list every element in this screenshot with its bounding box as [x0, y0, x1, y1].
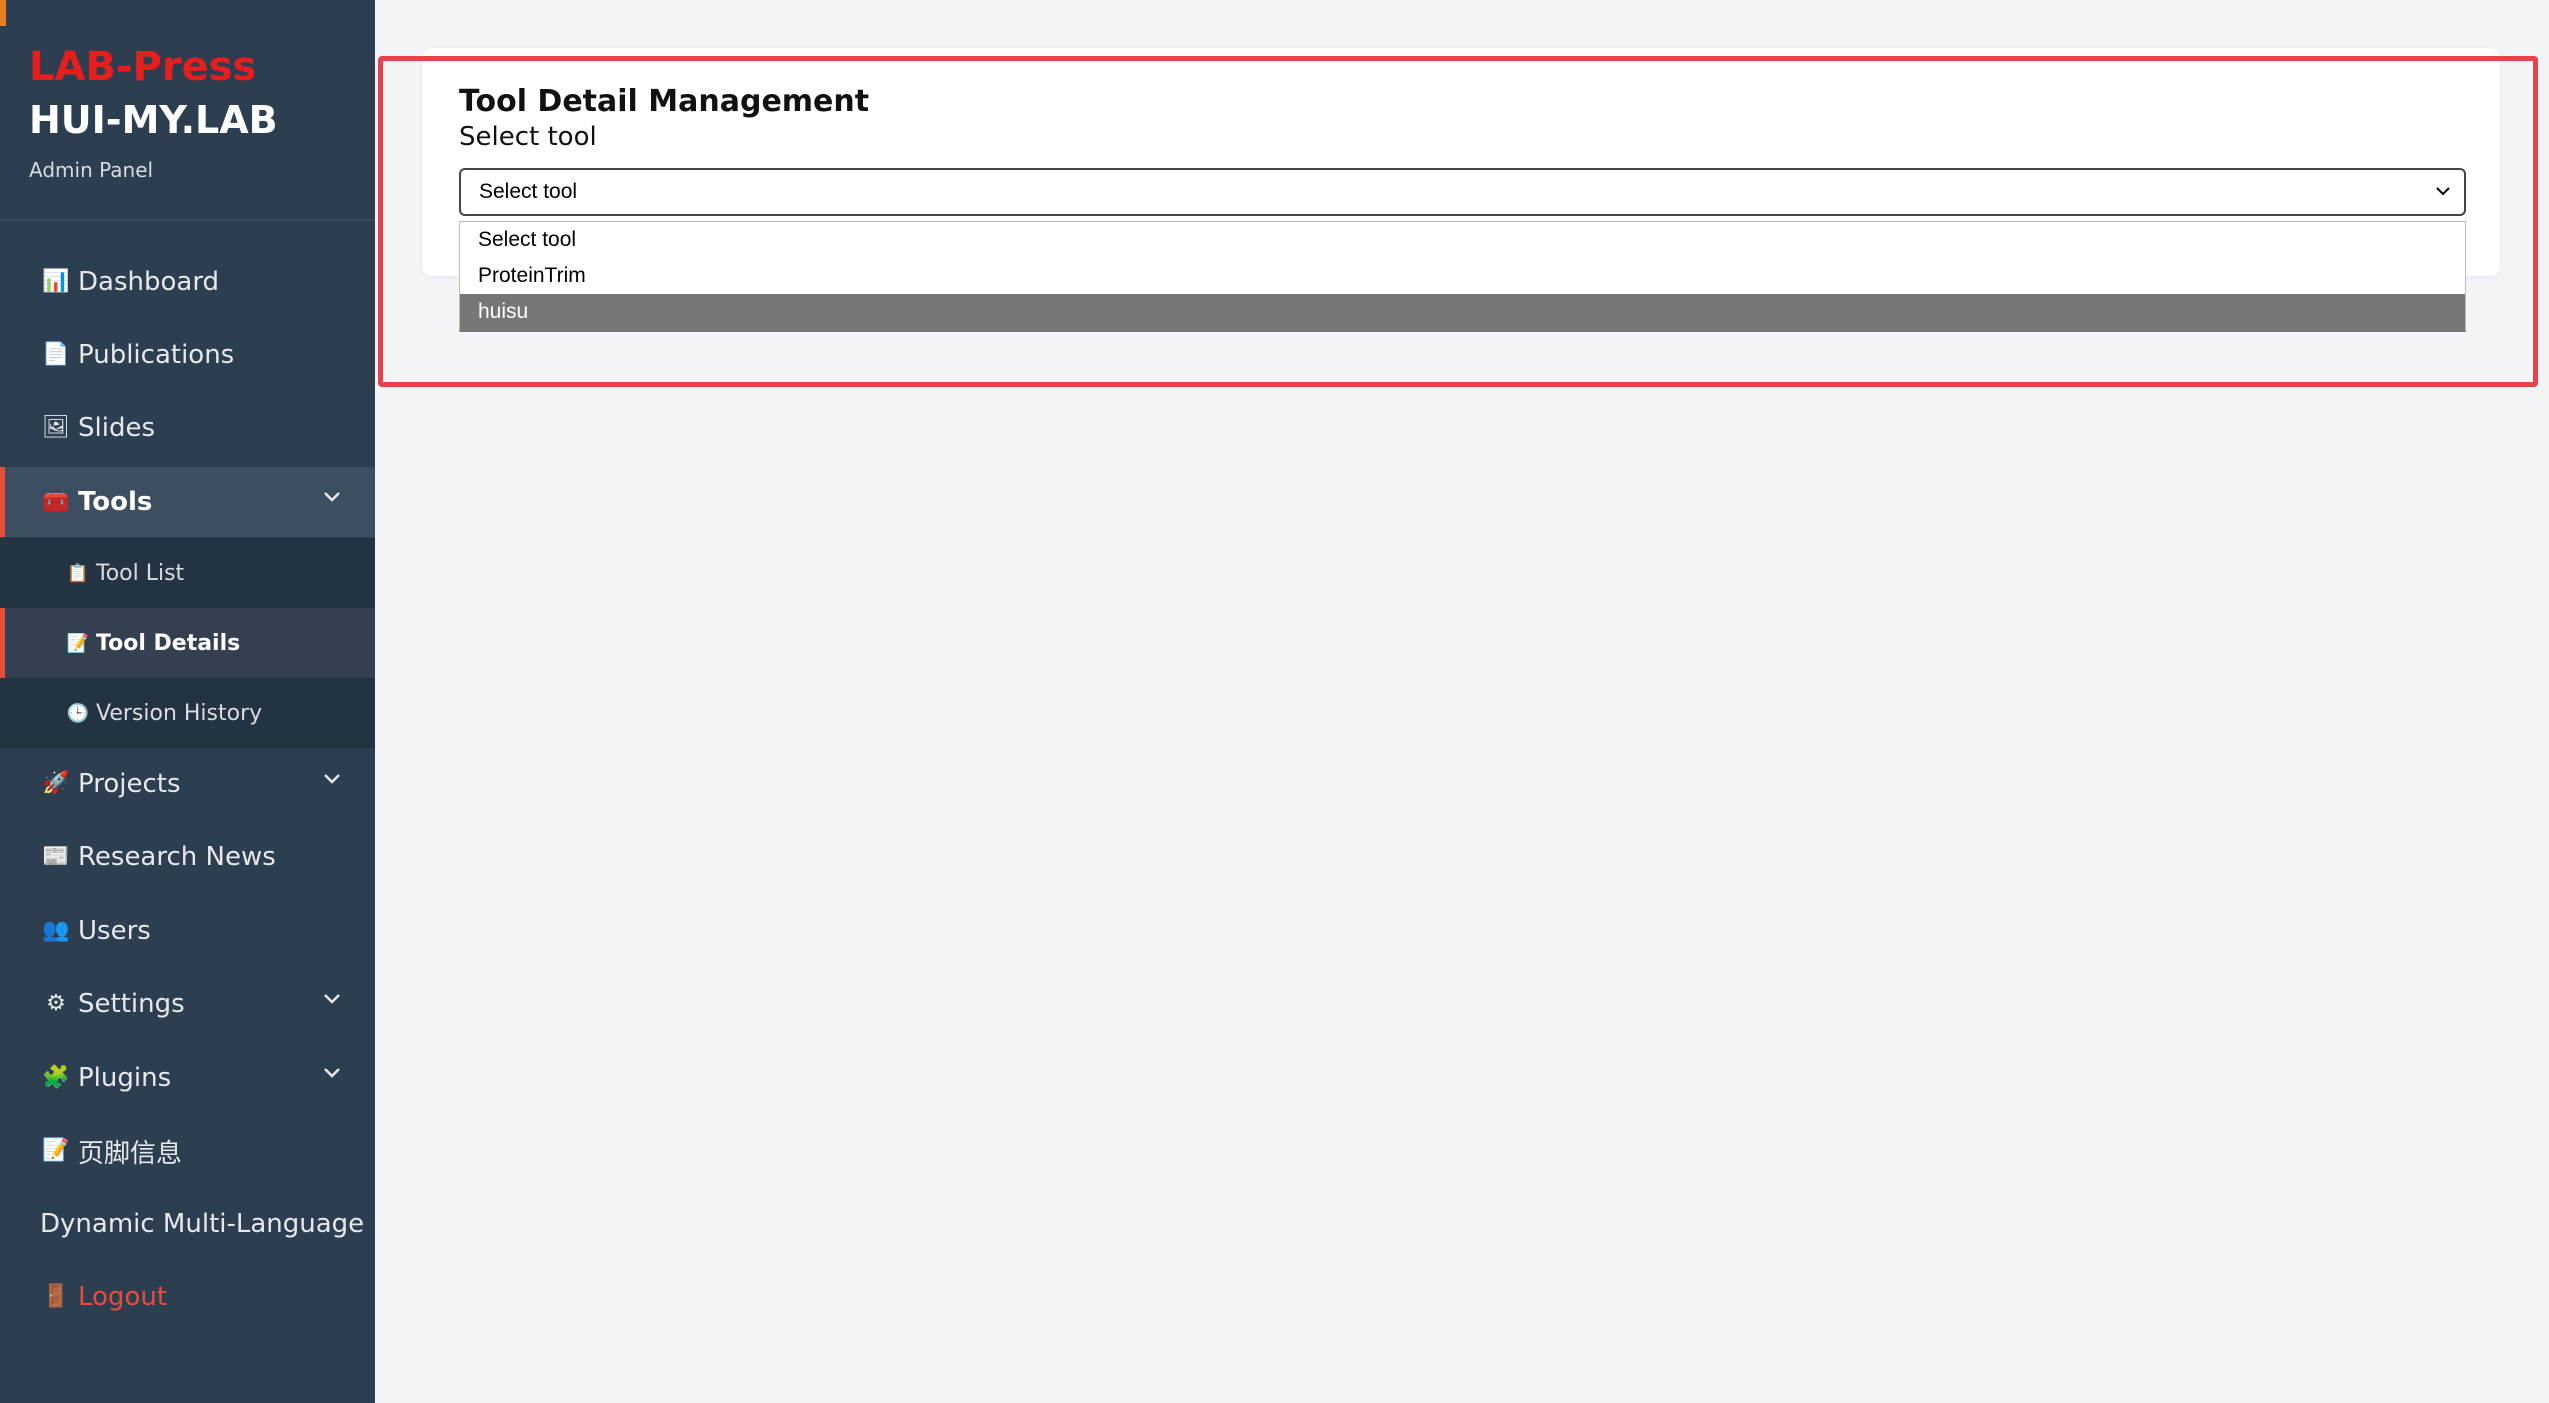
sidebar-item-label: Users: [78, 916, 151, 946]
sidebar: LAB-Press HUI-MY.LAB Admin Panel 📊 Dashb…: [0, 0, 375, 1403]
sidebar-subitem-version-history[interactable]: 🕒 Version History: [0, 678, 375, 748]
brand: LAB-Press HUI-MY.LAB Admin Panel: [0, 0, 375, 221]
dropdown-option[interactable]: Select tool: [460, 222, 2465, 258]
sidebar-subitem-tool-list[interactable]: 📋 Tool List: [0, 538, 375, 608]
sidebar-item-label: Dynamic Multi-Language: [40, 1209, 365, 1239]
toolbox-icon: 🧰: [42, 489, 70, 514]
sidebar-item-slides[interactable]: 🖼 Slides: [0, 393, 375, 463]
dropdown-option[interactable]: ProteinTrim: [460, 258, 2465, 294]
chevron-down-icon: [324, 774, 340, 784]
gear-icon: ⚙: [46, 991, 66, 1016]
rocket-icon: 🚀: [42, 771, 70, 796]
sidebar-item-label: Research News: [78, 842, 276, 872]
puzzle-icon: 🧩: [42, 1065, 70, 1090]
select-tool-label: Select tool: [459, 122, 597, 152]
sidebar-item-label: Dashboard: [78, 267, 220, 297]
chart-icon: 📊: [42, 269, 70, 294]
chevron-down-icon: [2436, 187, 2450, 196]
sidebar-subitem-label: Tool Details: [96, 630, 241, 656]
clipboard-icon: 📋: [66, 562, 90, 584]
brand-lab-name: HUI-MY.LAB: [29, 98, 278, 142]
users-icon: 👥: [42, 918, 70, 943]
sidebar-item-footer-info[interactable]: 📝 页脚信息: [0, 1116, 375, 1186]
sidebar-item-research-news[interactable]: 📰 Research News: [0, 822, 375, 892]
sidebar-item-label: Plugins: [78, 1063, 172, 1093]
sidebar-item-plugins[interactable]: 🧩 Plugins: [0, 1043, 375, 1113]
sidebar-item-settings[interactable]: ⚙ Settings: [0, 969, 375, 1039]
memo-icon: 📝: [66, 632, 90, 654]
clock-icon: 🕒: [66, 702, 90, 724]
brand-name: LAB-Press: [29, 44, 257, 90]
chevron-down-icon: [324, 492, 340, 502]
newspaper-icon: 📰: [42, 844, 70, 869]
brand-subtitle: Admin Panel: [29, 158, 154, 182]
sidebar-item-label: Tools: [78, 487, 153, 517]
tool-select-value: Select tool: [479, 180, 578, 203]
memo-icon: 📝: [42, 1138, 70, 1163]
sidebar-item-label: Publications: [78, 340, 235, 370]
dropdown-option-highlighted[interactable]: huisu: [460, 294, 2465, 330]
chevron-down-icon: [324, 994, 340, 1004]
sidebar-item-publications[interactable]: 📄 Publications: [0, 320, 375, 390]
sidebar-item-label: Projects: [78, 769, 181, 799]
sidebar-item-tools[interactable]: 🧰 Tools: [0, 467, 375, 537]
sidebar-item-logout[interactable]: 🚪 Logout: [0, 1262, 375, 1332]
sidebar-item-label: 页脚信息: [78, 1138, 183, 1169]
tool-select[interactable]: Select tool: [459, 168, 2466, 216]
app-root: LAB-Press HUI-MY.LAB Admin Panel 📊 Dashb…: [0, 0, 2549, 1403]
sidebar-item-label: Logout: [78, 1282, 168, 1312]
document-icon: 📄: [42, 342, 70, 367]
tool-select-dropdown: Select tool ProteinTrim huisu: [459, 221, 2466, 332]
sidebar-item-projects[interactable]: 🚀 Projects: [0, 749, 375, 819]
sidebar-item-label: Settings: [78, 989, 185, 1019]
corner-accent: [0, 0, 6, 26]
sidebar-item-label: Slides: [78, 413, 155, 443]
sidebar-subitem-tool-details[interactable]: 📝 Tool Details: [0, 608, 375, 678]
sidebar-subitem-label: Version History: [96, 700, 263, 726]
chevron-down-icon: [324, 1068, 340, 1078]
sidebar-item-users[interactable]: 👥 Users: [0, 896, 375, 966]
sidebar-item-multi-language[interactable]: Dynamic Multi-Language: [0, 1189, 375, 1259]
sidebar-item-dashboard[interactable]: 📊 Dashboard: [0, 247, 375, 317]
page-title: Tool Detail Management: [459, 84, 870, 119]
sidebar-subitem-label: Tool List: [96, 560, 185, 586]
door-icon: 🚪: [42, 1284, 70, 1309]
picture-icon: 🖼: [42, 415, 70, 440]
